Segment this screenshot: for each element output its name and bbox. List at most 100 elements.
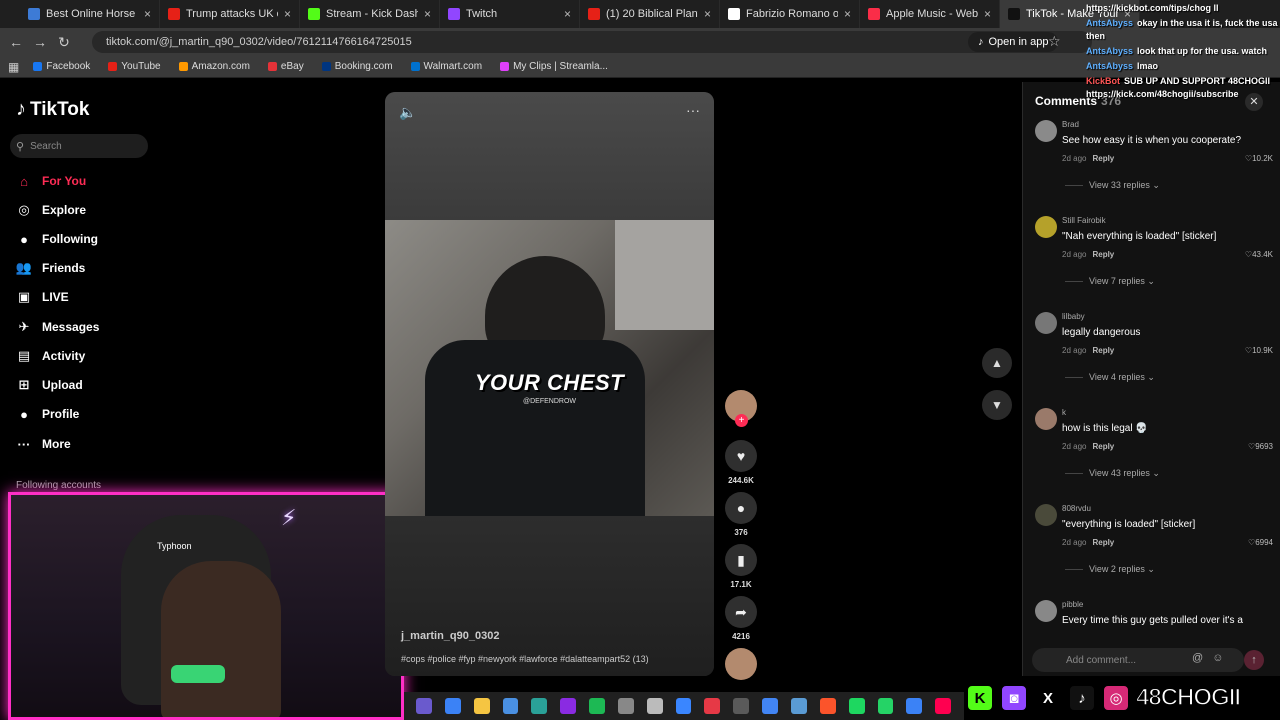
commenter-avatar[interactable] bbox=[1035, 312, 1057, 334]
taskbar-app-icon[interactable] bbox=[444, 698, 461, 714]
sidebar-item-explore[interactable]: ◎ Explore bbox=[16, 200, 86, 220]
next-video-button[interactable]: ▼ bbox=[982, 390, 1012, 420]
more-options-icon[interactable]: ··· bbox=[686, 102, 700, 118]
close-tab-icon[interactable]: × bbox=[284, 7, 291, 21]
bookmark-item[interactable]: eBay bbox=[267, 61, 304, 72]
sidebar-item-live[interactable]: ▣ LIVE bbox=[16, 287, 69, 307]
commenter-avatar[interactable] bbox=[1035, 504, 1057, 526]
taskbar-app-icon[interactable] bbox=[531, 698, 548, 714]
sidebar-item-friends[interactable]: 👥 Friends bbox=[16, 258, 85, 278]
taskbar-app-icon[interactable] bbox=[589, 698, 605, 714]
taskbar-app-icon[interactable] bbox=[906, 698, 923, 714]
reply-button[interactable]: Reply bbox=[1092, 538, 1114, 547]
close-tab-icon[interactable]: × bbox=[844, 7, 851, 21]
reply-button[interactable]: Reply bbox=[1092, 346, 1114, 355]
sidebar-item-activity[interactable]: ▤ Activity bbox=[16, 346, 86, 366]
taskbar-app-icon[interactable] bbox=[416, 698, 432, 714]
browser-tab[interactable]: Twitch × bbox=[440, 0, 580, 28]
taskbar-app-icon[interactable] bbox=[848, 698, 865, 714]
reply-button[interactable]: Reply bbox=[1092, 442, 1114, 451]
view-replies-button[interactable]: View 2 replies ⌄ bbox=[1065, 564, 1155, 575]
taskbar-app-icon[interactable] bbox=[473, 698, 490, 714]
close-tab-icon[interactable]: × bbox=[984, 7, 991, 21]
comment-likes[interactable]: ♡10.2K bbox=[1225, 154, 1273, 163]
creator-avatar[interactable]: + bbox=[725, 390, 757, 427]
commenter-avatar[interactable] bbox=[1035, 216, 1057, 238]
view-replies-button[interactable]: View 4 replies ⌄ bbox=[1065, 372, 1155, 383]
sidebar-item-for-you[interactable]: ⌂ For You bbox=[16, 171, 86, 191]
commenter-name[interactable]: Still Fairobik bbox=[1062, 216, 1106, 225]
emoji-icon[interactable]: ☺ bbox=[1212, 652, 1223, 664]
browser-tab[interactable]: Apple Music - Web Player × bbox=[860, 0, 1000, 28]
back-icon[interactable]: ← bbox=[4, 34, 28, 50]
like-action[interactable]: ♥ 244.6K bbox=[725, 440, 757, 485]
bookmark-item[interactable]: My Clips | Streamla... bbox=[500, 61, 608, 72]
taskbar-app-icon[interactable] bbox=[877, 698, 894, 714]
commenter-avatar[interactable] bbox=[1035, 408, 1057, 430]
comment-likes[interactable]: ♡6994 bbox=[1225, 538, 1273, 547]
view-replies-button[interactable]: View 7 replies ⌄ bbox=[1065, 276, 1155, 287]
commenter-avatar[interactable] bbox=[1035, 600, 1057, 622]
close-tab-icon[interactable]: × bbox=[704, 7, 711, 21]
comment-likes[interactable]: ♡43.4K bbox=[1225, 250, 1273, 259]
close-tab-icon[interactable]: × bbox=[424, 7, 431, 21]
search-input[interactable]: ⚲ Search bbox=[10, 134, 148, 158]
volume-icon[interactable]: 🔈 bbox=[399, 104, 416, 121]
video-author[interactable]: j_martin_q90_0302 bbox=[401, 630, 499, 642]
bookmark-item[interactable]: Walmart.com bbox=[410, 61, 482, 72]
commenter-avatar[interactable] bbox=[1035, 120, 1057, 142]
apps-grid-icon[interactable]: ▦ bbox=[8, 60, 19, 74]
bookmark-item[interactable]: YouTube bbox=[108, 61, 161, 72]
taskbar-app-icon[interactable] bbox=[502, 698, 519, 714]
comment-icon[interactable]: ● bbox=[725, 492, 757, 524]
forward-icon[interactable]: → bbox=[28, 34, 52, 50]
reload-icon[interactable]: ↻ bbox=[52, 34, 76, 51]
taskbar-app-icon[interactable] bbox=[560, 698, 577, 714]
comment-likes[interactable]: ♡9693 bbox=[1225, 442, 1273, 451]
bookmark-item[interactable]: Amazon.com bbox=[178, 61, 250, 72]
browser-tab[interactable]: Best Online Horse Racing × bbox=[20, 0, 160, 28]
previous-video-button[interactable]: ▲ bbox=[982, 348, 1012, 378]
commenter-name[interactable]: 808rvdu bbox=[1062, 504, 1091, 513]
taskbar-app-icon[interactable] bbox=[646, 698, 663, 714]
share-icon[interactable]: ➦ bbox=[725, 596, 757, 628]
mention-icon[interactable]: @ bbox=[1192, 652, 1203, 664]
follow-plus-icon[interactable]: + bbox=[735, 414, 748, 427]
share-action[interactable]: ➦ 4216 bbox=[725, 596, 757, 641]
close-tab-icon[interactable]: × bbox=[144, 7, 151, 21]
bookmark-item[interactable]: Booking.com bbox=[321, 61, 393, 72]
open-in-app-button[interactable]: ♪ Open in app bbox=[968, 32, 1059, 52]
taskbar-app-icon[interactable] bbox=[762, 698, 778, 714]
browser-tab[interactable]: Fabrizio Romano on X: " × bbox=[720, 0, 860, 28]
heart-icon[interactable]: ♥ bbox=[725, 440, 757, 472]
sidebar-item-following[interactable]: ● Following bbox=[16, 229, 98, 249]
save-action[interactable]: ▮ 17.1K bbox=[725, 544, 757, 589]
url-field[interactable]: tiktok.com/@j_martin_q90_0302/video/7612… bbox=[92, 31, 1092, 53]
comment-action[interactable]: ● 376 bbox=[725, 492, 757, 537]
taskbar-app-icon[interactable] bbox=[675, 698, 692, 714]
tiktok-logo[interactable]: ♪ TikTok bbox=[16, 98, 89, 121]
sidebar-item-upload[interactable]: ⊞ Upload bbox=[16, 375, 83, 395]
view-replies-button[interactable]: View 33 replies ⌄ bbox=[1065, 180, 1160, 191]
commenter-name[interactable]: Brad bbox=[1062, 120, 1079, 129]
close-tab-icon[interactable]: × bbox=[564, 7, 571, 21]
taskbar-app-icon[interactable] bbox=[935, 698, 952, 714]
taskbar-app-icon[interactable] bbox=[617, 698, 634, 714]
bookmark-star-icon[interactable]: ☆ bbox=[1048, 33, 1061, 50]
commenter-name[interactable]: pibble bbox=[1062, 600, 1083, 609]
send-comment-icon[interactable]: ↑ bbox=[1244, 650, 1264, 670]
sound-avatar[interactable] bbox=[725, 648, 757, 680]
taskbar-app-icon[interactable] bbox=[819, 698, 836, 714]
bookmark-icon[interactable]: ▮ bbox=[725, 544, 757, 576]
browser-tab[interactable]: Trump attacks UK over Ira × bbox=[160, 0, 300, 28]
taskbar-app-icon[interactable] bbox=[790, 698, 807, 714]
taskbar-app-icon[interactable] bbox=[704, 698, 721, 714]
sidebar-item-profile[interactable]: ● Profile bbox=[16, 404, 79, 424]
view-replies-button[interactable]: View 43 replies ⌄ bbox=[1065, 468, 1160, 479]
commenter-name[interactable]: lilbaby bbox=[1062, 312, 1085, 321]
commenter-name[interactable]: k bbox=[1062, 408, 1066, 417]
browser-tab[interactable]: Stream - Kick Dashboard × bbox=[300, 0, 440, 28]
taskbar-app-icon[interactable] bbox=[733, 698, 750, 714]
reply-button[interactable]: Reply bbox=[1092, 154, 1114, 163]
video-player[interactable]: YOUR CHEST @DEFENDROW 🔈 ··· j_martin_q90… bbox=[385, 92, 714, 676]
